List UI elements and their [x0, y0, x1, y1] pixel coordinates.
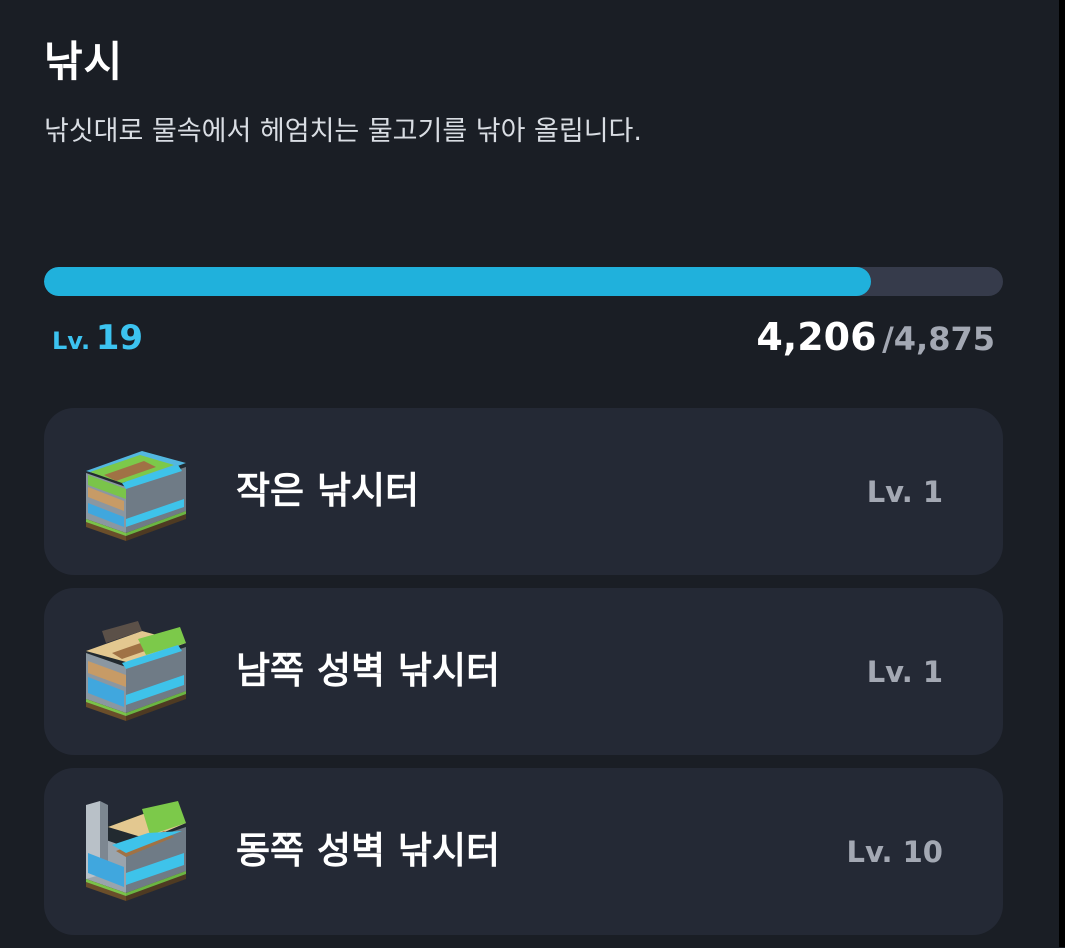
page-title: 낚시: [44, 37, 124, 86]
fishing-spot-level: Lv. 1: [866, 655, 943, 689]
fishing-spot-card-small[interactable]: 작은 낚시터 Lv. 1: [44, 408, 1003, 575]
east-wall-fishing-spot-icon: [82, 801, 190, 905]
level-progress-bar: [44, 267, 1003, 296]
level-prefix: Lv.: [52, 327, 91, 355]
fishing-spot-name: 남쪽 성벽 낚시터: [236, 649, 501, 692]
fishing-spot-name: 작은 낚시터: [236, 469, 420, 512]
south-wall-fishing-spot-icon: [82, 621, 190, 725]
level-number: 19: [95, 318, 144, 358]
fishing-spot-level: Lv. 1: [866, 475, 943, 509]
fishing-spot-level: Lv. 10: [846, 835, 944, 869]
fishing-spot-card-east-wall[interactable]: 동쪽 성벽 낚시터 Lv. 10: [44, 768, 1003, 935]
level-progress-fill: [44, 267, 872, 296]
fishing-spot-card-south-wall[interactable]: 남쪽 성벽 낚시터 Lv. 1: [44, 588, 1003, 755]
small-fishing-spot-icon: [82, 441, 190, 545]
current-experience: 4,206: [756, 315, 877, 359]
fishing-spot-list: 작은 낚시터 Lv. 1 남쪽 성벽 낚시터 Lv. 1 동쪽 성벽 낚시터 L…: [44, 408, 1003, 948]
max-experience: /4,875: [882, 320, 995, 358]
window-edge: [1059, 0, 1065, 947]
page-description: 낚싯대로 물속에서 헤엄치는 물고기를 낚아 올립니다.: [44, 116, 642, 147]
experience-counter: 4,206 /4,875: [756, 314, 995, 368]
current-level: Lv. 19: [52, 316, 143, 366]
fishing-spot-name: 동쪽 성벽 낚시터: [236, 829, 501, 872]
